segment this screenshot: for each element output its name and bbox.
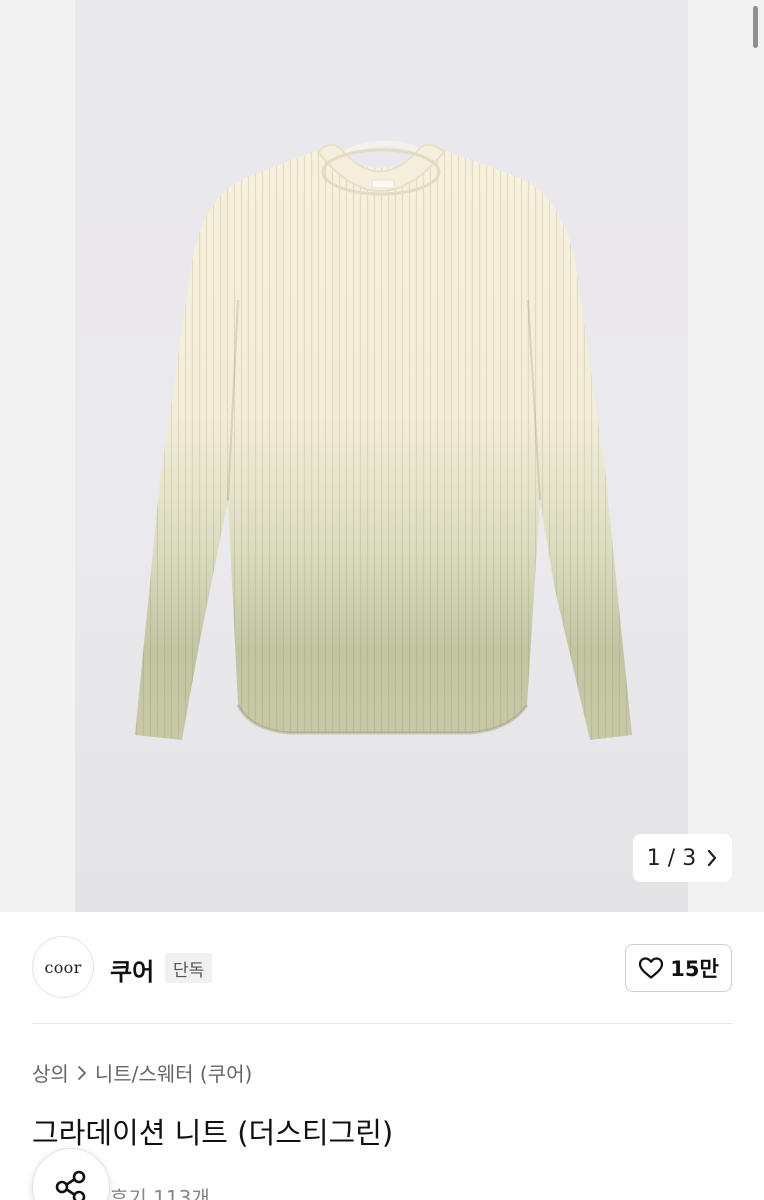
product-image-sweater [135,140,632,740]
chevron-right-icon [77,1065,86,1080]
brand-name[interactable]: 쿠어 [110,952,154,987]
chevron-right-icon[interactable] [706,849,718,867]
breadcrumb-category[interactable]: 상의 [32,1058,69,1087]
image-pager[interactable]: 1 / 3 [633,834,732,882]
reviews-link[interactable]: 후기 113개 [110,1182,210,1200]
share-button[interactable] [32,1148,110,1200]
divider [32,1023,732,1024]
brand-row: coor 쿠어 단독 15만 [32,936,732,1000]
like-button[interactable]: 15만 [625,944,732,992]
brand-logo-text: coor [44,957,82,977]
brand-logo[interactable]: coor [32,936,94,998]
scroll-indicator[interactable] [753,6,758,48]
breadcrumb: 상의 니트/스웨터 (쿠어) [32,1058,252,1087]
pager-text: 1 / 3 [647,846,696,871]
like-count: 15만 [670,957,719,981]
product-title: 그라데이션 니트 (더스티그린) [32,1116,394,1150]
breadcrumb-subcategory[interactable]: 니트/스웨터 (쿠어) [95,1058,253,1087]
product-image-gallery[interactable]: 1 / 3 [0,0,764,912]
heart-icon [639,957,664,979]
pager-separator: / [667,845,676,871]
exclusive-badge: 단독 [165,953,213,983]
pager-total: 3 [682,845,697,871]
pager-current: 1 [646,845,661,871]
share-icon [55,1170,86,1200]
